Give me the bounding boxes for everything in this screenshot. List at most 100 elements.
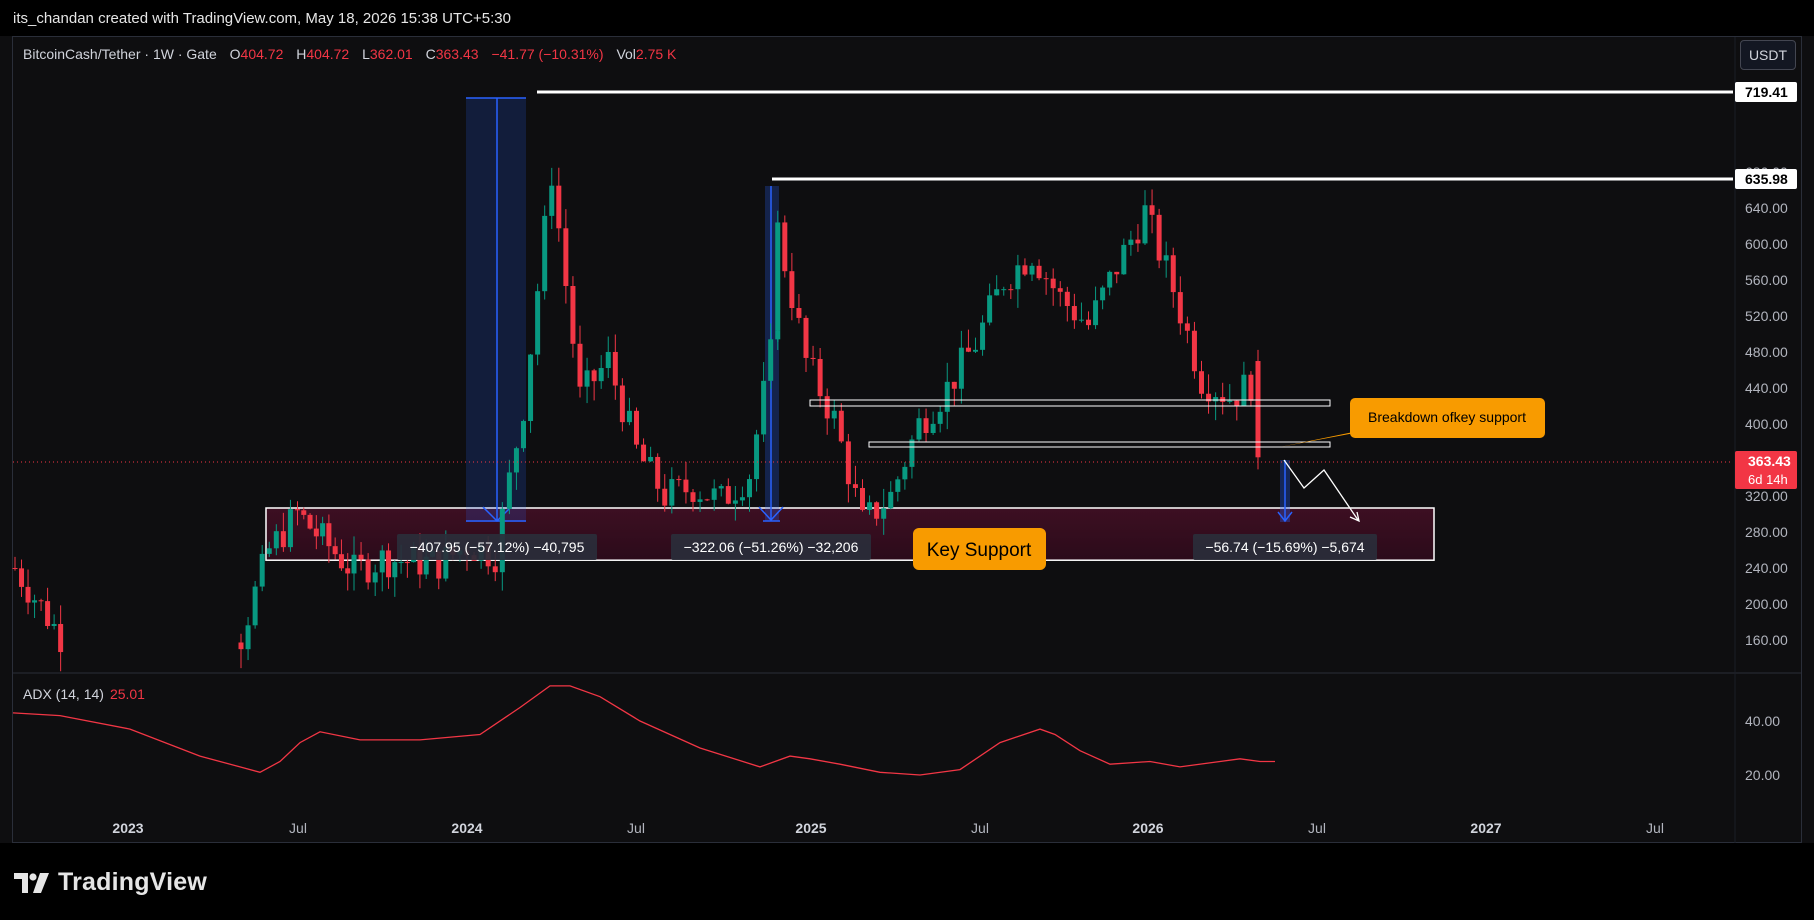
candle-body <box>1128 239 1134 245</box>
candle-body <box>1086 319 1091 326</box>
time-tick-label: Jul <box>971 820 989 836</box>
candle-body <box>1029 265 1035 275</box>
time-tick-label: Jul <box>627 820 645 836</box>
candle-body <box>860 487 865 510</box>
candle-body <box>973 349 978 352</box>
adx-legend: ADX (14, 14) 25.01 <box>23 686 145 702</box>
candle-body <box>1255 361 1261 458</box>
candle-body <box>888 491 894 509</box>
time-tick-label: Jul <box>1646 820 1664 836</box>
candle-body <box>591 370 597 382</box>
candle-body <box>1057 288 1063 292</box>
time-tick-label: Jul <box>289 820 307 836</box>
price-tick-label: 200.00 <box>1745 596 1788 612</box>
price-chart[interactable]: 160.00200.00240.00280.00320.00360.00400.… <box>0 0 1814 920</box>
candle-body <box>51 623 57 626</box>
candle-body <box>1220 397 1226 402</box>
candle-body <box>605 351 611 369</box>
candle-body <box>1163 255 1169 261</box>
symbol-name[interactable]: BitcoinCash/Tether · 1W · Gate <box>23 46 217 62</box>
candle-body <box>1043 278 1049 280</box>
candle-body <box>732 500 738 504</box>
candle-body <box>392 562 398 578</box>
currency-button[interactable]: USDT <box>1740 40 1796 70</box>
candle-body <box>789 271 795 309</box>
open-value: 404.72 <box>240 46 284 62</box>
candle-body <box>404 562 410 564</box>
footer <box>0 843 1814 920</box>
candle-body <box>1078 319 1084 321</box>
candle-body <box>1036 265 1042 279</box>
candle-body <box>761 380 767 435</box>
measure-label-2024: −407.95 (−57.12%) −40,795 <box>410 539 585 555</box>
candle-body <box>987 295 993 323</box>
price-tick-label: 280.00 <box>1745 524 1788 540</box>
adx-name[interactable]: ADX (14, 14) <box>23 686 104 702</box>
candle-body <box>358 554 364 560</box>
candle-body <box>280 531 286 548</box>
candle-body <box>718 486 724 489</box>
candle-body <box>252 586 258 626</box>
tradingview-brand[interactable]: TradingView <box>14 868 207 897</box>
candle-body <box>1107 271 1113 288</box>
candle-body <box>351 554 357 574</box>
price-tick-label: 240.00 <box>1745 560 1788 576</box>
candle-body <box>1156 214 1162 261</box>
candle-body <box>852 484 858 488</box>
candle-body <box>1022 265 1028 275</box>
candle-body <box>1149 205 1155 215</box>
candle-body <box>58 623 64 653</box>
candle-body <box>549 185 555 216</box>
high-label: H <box>296 46 307 62</box>
candle-body <box>313 528 319 537</box>
candle-body <box>1234 400 1240 406</box>
candle-body <box>238 642 244 650</box>
candle-body <box>831 410 837 419</box>
candle-body <box>1213 397 1219 402</box>
candle-body <box>598 368 604 382</box>
candle-body <box>994 289 1000 296</box>
candle-body <box>676 479 682 481</box>
candle-body <box>295 509 300 511</box>
candle-body <box>796 308 802 318</box>
candle-body <box>563 228 569 286</box>
candle-body <box>338 554 344 569</box>
candle-body <box>528 354 534 422</box>
candle-body <box>386 550 392 578</box>
candle-body <box>669 479 675 506</box>
last-price-label: 363.43 <box>1748 453 1791 469</box>
low-label: L <box>362 46 370 62</box>
candle-body <box>1071 306 1077 321</box>
candle-body <box>19 568 25 587</box>
time-tick-label: 2027 <box>1470 820 1501 836</box>
candle-body <box>923 418 929 433</box>
support-band-lower <box>868 441 1331 448</box>
candle-body <box>521 421 526 449</box>
candle-body <box>12 568 18 569</box>
candle-body <box>1241 374 1247 406</box>
candle-body <box>980 322 986 350</box>
candle-body <box>782 222 788 272</box>
close-value: 363.43 <box>435 46 479 62</box>
adx-value: 25.01 <box>109 686 145 702</box>
candle-body <box>1001 289 1007 291</box>
candle-body <box>944 381 950 412</box>
candle-body <box>775 222 781 331</box>
candle-body <box>690 492 696 502</box>
candle-body <box>1142 205 1148 244</box>
candle-body <box>817 359 823 397</box>
candle-body <box>372 572 378 583</box>
candle-body <box>273 531 279 549</box>
candle-body <box>379 550 385 573</box>
candle-body <box>1015 265 1021 290</box>
candle-body <box>535 291 541 355</box>
candle-body <box>1135 239 1141 244</box>
candle-body <box>506 472 512 509</box>
candle-body <box>570 285 576 344</box>
candle-body <box>326 523 332 547</box>
volume-label: Vol <box>616 46 636 62</box>
candle-body <box>803 317 809 358</box>
candle-body <box>266 548 272 554</box>
adx-line <box>12 685 1275 776</box>
brand-name: TradingView <box>58 868 208 896</box>
